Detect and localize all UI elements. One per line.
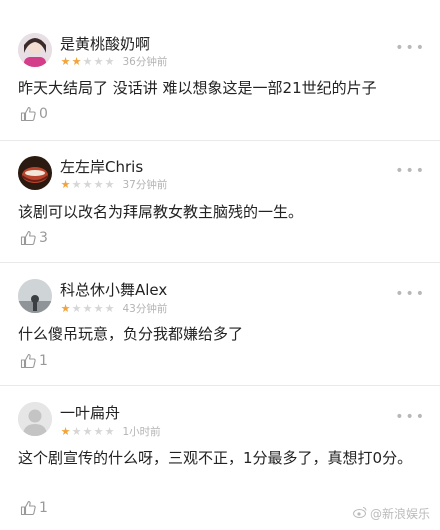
watermark-text: @新浪娱乐 — [369, 507, 430, 521]
star-empty-icon: ★ — [82, 302, 93, 315]
username[interactable]: 一叶扁舟 — [60, 402, 120, 423]
like-count: 1 — [39, 500, 48, 516]
weibo-icon — [352, 506, 367, 521]
star-filled-icon: ★ — [71, 55, 82, 68]
star-empty-icon: ★ — [93, 425, 104, 438]
avatar[interactable] — [18, 156, 52, 190]
star-filled-icon: ★ — [60, 425, 71, 438]
like-count: 0 — [39, 106, 48, 122]
like-button[interactable]: 3 — [20, 230, 48, 246]
comment-text: 什么傻吊玩意，负分我都嫌给多了 — [18, 325, 244, 343]
divider — [0, 262, 440, 263]
more-options-icon[interactable]: ••• — [395, 286, 426, 302]
star-empty-icon: ★ — [71, 302, 82, 315]
comment-text: 这个剧宣传的什么呀，三观不正，1分最多了，真想打0分。 — [18, 449, 413, 467]
star-empty-icon: ★ — [93, 55, 104, 68]
comment-text: 该剧可以改名为拜屌教女教主脑残的一生。 — [18, 203, 304, 221]
star-empty-icon: ★ — [71, 425, 82, 438]
thumbs-up-icon — [20, 230, 36, 246]
thumbs-up-icon — [20, 353, 36, 369]
star-rating: ★★★★★ — [60, 302, 115, 315]
timestamp: 36分钟前 — [122, 56, 168, 68]
star-empty-icon: ★ — [104, 302, 115, 315]
username[interactable]: 左左岸Chris — [60, 156, 143, 177]
avatar[interactable] — [18, 402, 52, 436]
username[interactable]: 科总休小舞Alex — [60, 279, 167, 300]
star-empty-icon: ★ — [71, 178, 82, 191]
avatar[interactable] — [18, 33, 52, 67]
rating-stars: ★★★★★ 37分钟前 — [60, 177, 168, 192]
like-count: 3 — [39, 230, 48, 246]
divider — [0, 140, 440, 141]
star-rating: ★★★★★ — [60, 55, 115, 68]
more-options-icon[interactable]: ••• — [395, 163, 426, 179]
star-empty-icon: ★ — [82, 425, 93, 438]
watermark: @新浪娱乐 — [352, 505, 430, 522]
star-empty-icon: ★ — [82, 55, 93, 68]
star-empty-icon: ★ — [93, 302, 104, 315]
star-empty-icon: ★ — [104, 178, 115, 191]
star-empty-icon: ★ — [93, 178, 104, 191]
like-button[interactable]: 0 — [20, 106, 48, 122]
like-button[interactable]: 1 — [20, 353, 48, 369]
timestamp: 43分钟前 — [122, 303, 168, 315]
rating-stars: ★★★★★ 43分钟前 — [60, 301, 168, 316]
thumbs-up-icon — [20, 500, 36, 516]
star-rating: ★★★★★ — [60, 425, 115, 438]
star-empty-icon: ★ — [104, 425, 115, 438]
comment-text: 昨天大结局了 没话讲 难以想象这是一部21世纪的片子 — [18, 79, 377, 97]
star-filled-icon: ★ — [60, 302, 71, 315]
star-empty-icon: ★ — [104, 55, 115, 68]
thumbs-up-icon — [20, 106, 36, 122]
timestamp: 37分钟前 — [122, 179, 168, 191]
like-button[interactable]: 1 — [20, 500, 48, 516]
like-count: 1 — [39, 353, 48, 369]
timestamp: 1小时前 — [122, 426, 161, 438]
star-filled-icon: ★ — [60, 55, 71, 68]
more-options-icon[interactable]: ••• — [395, 40, 426, 56]
more-options-icon[interactable]: ••• — [395, 409, 426, 425]
star-filled-icon: ★ — [60, 178, 71, 191]
avatar[interactable] — [18, 279, 52, 313]
divider — [0, 385, 440, 386]
username[interactable]: 是黄桃酸奶啊 — [60, 33, 150, 54]
star-rating: ★★★★★ — [60, 178, 115, 191]
rating-stars: ★★★★★ 1小时前 — [60, 424, 161, 439]
star-empty-icon: ★ — [82, 178, 93, 191]
rating-stars: ★★★★★ 36分钟前 — [60, 54, 168, 69]
